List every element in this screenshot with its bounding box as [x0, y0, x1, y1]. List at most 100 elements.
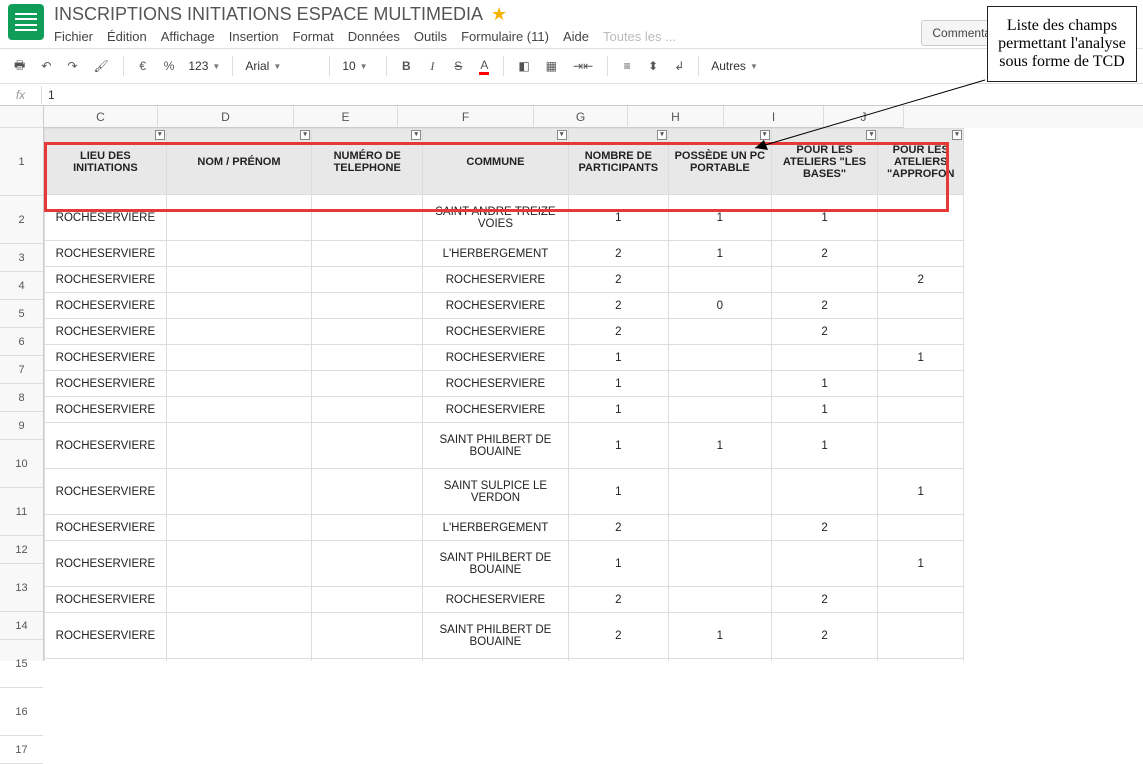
print-icon[interactable]: 🖶 [8, 54, 31, 78]
cell[interactable]: ROCHESERVIERE [45, 293, 167, 319]
cell[interactable] [669, 267, 772, 293]
merge-icon[interactable]: ⇥⇤ [567, 54, 599, 78]
cell[interactable] [166, 541, 311, 587]
cell[interactable] [166, 293, 311, 319]
cell[interactable]: 1 [878, 541, 964, 587]
cell[interactable]: ROCHESERVIERE [423, 293, 568, 319]
cell[interactable] [312, 345, 423, 371]
halign-icon[interactable]: ≡ [616, 54, 638, 78]
cell[interactable]: ROCHESERVIERE [45, 423, 167, 469]
row-header[interactable]: 2 [0, 196, 43, 244]
fx-input[interactable]: 1 [42, 86, 1143, 104]
cell[interactable]: 2 [568, 515, 668, 541]
cell[interactable]: SAINT PHILBERT DE BOUAINE [423, 541, 568, 587]
cell[interactable]: 2 [568, 659, 668, 662]
currency-button[interactable]: € [132, 54, 154, 78]
cell[interactable]: 2 [568, 587, 668, 613]
menu-insert[interactable]: Insertion [229, 29, 279, 44]
row-header[interactable]: 15 [0, 640, 43, 688]
percent-button[interactable]: % [158, 54, 181, 78]
row-header[interactable]: 10 [0, 440, 43, 488]
table-header-cell[interactable]: NUMÉRO DE TELEPHONE▾ [312, 129, 423, 195]
column-header[interactable]: H [628, 106, 724, 128]
cell[interactable]: 1 [771, 423, 878, 469]
doc-title[interactable]: INSCRIPTIONS INITIATIONS ESPACE MULTIMED… [54, 4, 483, 25]
cell[interactable] [669, 371, 772, 397]
menu-format[interactable]: Format [293, 29, 334, 44]
redo-icon[interactable]: ↷ [61, 54, 83, 78]
cell[interactable]: ROCHESERVIERE [423, 345, 568, 371]
table-header-cell[interactable]: POUR LES ATELIERS "APPROFON▾ [878, 129, 964, 195]
cell[interactable] [312, 371, 423, 397]
column-header[interactable]: I [724, 106, 824, 128]
cell[interactable]: ROCHESERVIERE [45, 319, 167, 345]
cell[interactable]: 1 [771, 195, 878, 241]
cell[interactable]: 1 [568, 397, 668, 423]
cell[interactable]: ROCHESERVIERE [45, 195, 167, 241]
cell[interactable] [312, 613, 423, 659]
cell[interactable] [878, 515, 964, 541]
cell[interactable] [669, 469, 772, 515]
cell[interactable]: 1 [771, 371, 878, 397]
cell[interactable] [166, 613, 311, 659]
row-header[interactable]: 1 [0, 128, 43, 196]
cell[interactable]: ROCHESERVIERE [45, 267, 167, 293]
cell[interactable]: SAINT ANDRE TREIZE VOIES [423, 659, 568, 662]
cell[interactable]: ROCHESERVIERE [45, 397, 167, 423]
table-header-cell[interactable]: LIEU DES INITIATIONS▾ [45, 129, 167, 195]
cell[interactable]: 2 [568, 241, 668, 267]
cell[interactable]: ROCHESERVIERE [423, 267, 568, 293]
cell[interactable] [312, 659, 423, 662]
cell[interactable] [878, 371, 964, 397]
column-header[interactable]: J [824, 106, 904, 128]
column-header[interactable]: F [398, 106, 534, 128]
menu-view[interactable]: Affichage [161, 29, 215, 44]
cell[interactable]: ROCHESERVIERE [423, 371, 568, 397]
menu-form[interactable]: Formulaire (11) [461, 29, 549, 44]
cell[interactable] [312, 319, 423, 345]
table-header-cell[interactable]: COMMUNE▾ [423, 129, 568, 195]
cell[interactable]: ROCHESERVIERE [45, 241, 167, 267]
fontsize-select[interactable]: 10▼ [338, 57, 378, 75]
borders-icon[interactable]: ▦ [540, 54, 563, 78]
cell[interactable]: SAINT SULPICE LE VERDON [423, 469, 568, 515]
cell[interactable] [166, 319, 311, 345]
cell[interactable]: 0 [669, 293, 772, 319]
cell[interactable] [312, 195, 423, 241]
filter-icon[interactable]: ▾ [411, 130, 421, 140]
filter-icon[interactable]: ▾ [300, 130, 310, 140]
cell[interactable] [166, 397, 311, 423]
cell[interactable]: 2 [771, 659, 878, 662]
cell[interactable]: L'HERBERGEMENT [423, 241, 568, 267]
cell[interactable] [771, 541, 878, 587]
cell[interactable]: L'HERBERGEMENT [423, 515, 568, 541]
cell[interactable] [878, 319, 964, 345]
cell[interactable]: ROCHESERVIERE [45, 469, 167, 515]
cell[interactable]: 2 [568, 293, 668, 319]
cell[interactable]: ROCHESERVIERE [45, 371, 167, 397]
cell[interactable] [669, 397, 772, 423]
cell[interactable]: SAINT ANDRE TREIZE VOIES [423, 195, 568, 241]
cell[interactable] [312, 267, 423, 293]
column-header[interactable]: D [158, 106, 294, 128]
cell[interactable]: ROCHESERVIERE [45, 345, 167, 371]
cell[interactable]: ROCHESERVIERE [45, 659, 167, 662]
filter-icon[interactable]: ▾ [866, 130, 876, 140]
cell[interactable]: 1 [669, 195, 772, 241]
cell[interactable] [166, 659, 311, 662]
column-header[interactable]: E [294, 106, 398, 128]
cell[interactable] [166, 241, 311, 267]
cell[interactable] [166, 423, 311, 469]
cell[interactable]: 2 [771, 241, 878, 267]
text-color-button[interactable]: A [473, 54, 495, 78]
cell[interactable] [878, 659, 964, 662]
cell[interactable]: 2 [771, 613, 878, 659]
cell[interactable] [669, 587, 772, 613]
italic-button[interactable]: I [421, 54, 443, 78]
menu-tools[interactable]: Outils [414, 29, 447, 44]
column-header[interactable]: C [44, 106, 158, 128]
cell[interactable] [312, 397, 423, 423]
cell[interactable]: ROCHESERVIERE [45, 587, 167, 613]
cell[interactable]: 1 [568, 469, 668, 515]
cell[interactable]: 2 [878, 267, 964, 293]
